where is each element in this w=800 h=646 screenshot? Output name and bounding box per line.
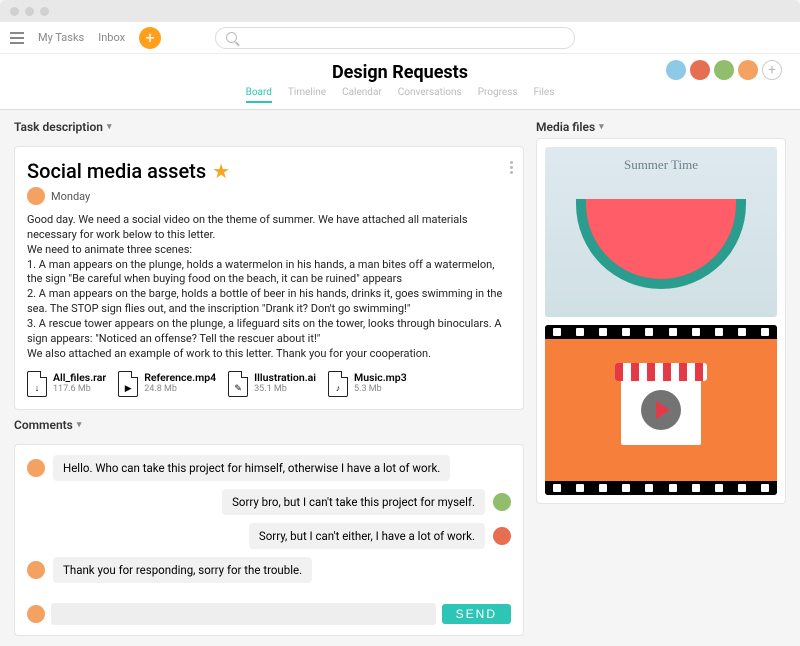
tab-conversations[interactable]: Conversations [398,87,462,103]
attachment[interactable]: ↓ All_files.rar117.6 Mb [27,371,106,397]
attachment-list: ↓ All_files.rar117.6 Mb ▶ Reference.mp424.8… [27,371,511,397]
comment-avatar[interactable] [27,459,45,477]
view-tabs: Board Timeline Calendar Conversations Progre… [0,83,800,110]
media-thumbnail-video[interactable] [545,325,777,495]
avatar[interactable] [666,60,686,80]
topbar: My Tasks Inbox + [0,22,800,54]
menu-icon[interactable] [10,32,24,44]
task-more-icon[interactable] [510,161,513,174]
send-button[interactable]: SEND [442,604,511,624]
search-input[interactable] [215,27,575,49]
file-name: Reference.mp4 [144,371,216,384]
author-avatar[interactable] [27,187,45,205]
task-date: Monday [51,190,90,203]
section-label: Comments [14,418,73,432]
tab-board[interactable]: Board [246,87,272,103]
nav-my-tasks[interactable]: My Tasks [38,31,84,44]
comment-bubble: Hello. Who can take this project for him… [53,455,450,481]
comment-avatar[interactable] [493,493,511,511]
add-button[interactable]: + [139,27,161,49]
tab-progress[interactable]: Progress [478,87,518,103]
attachment[interactable]: ✎ Illustration.ai35.1 Mb [228,371,316,397]
play-icon[interactable] [641,390,681,430]
comment-row: Sorry, but I can't either, I have a lot … [27,523,511,549]
traffic-light-min[interactable] [25,7,34,16]
window-chrome [0,0,800,22]
attachment[interactable]: ▶ Reference.mp424.8 Mb [118,371,216,397]
tab-files[interactable]: Files [534,87,555,103]
attachment[interactable]: ♪ Music.mp35.3 Mb [328,371,407,397]
task-card: Social media assets ★ Monday Good day. W… [14,146,524,410]
comment-avatar[interactable] [27,561,45,579]
task-byline: Monday [27,187,511,205]
media-thumbnail-image[interactable]: Summer Time [545,147,777,317]
file-size: 5.3 Mb [354,384,407,394]
comments-panel: Hello. Who can take this project for him… [14,444,524,636]
avatar[interactable] [714,60,734,80]
comment-composer: SEND [27,603,511,625]
section-comments[interactable]: Comments ▾ [14,418,524,432]
chevron-down-icon: ▾ [107,122,112,132]
media-panel: Summer Time [536,138,786,504]
file-size: 35.1 Mb [254,384,316,394]
star-icon[interactable]: ★ [212,159,230,183]
file-name: All_files.rar [53,371,106,384]
composer-avatar [27,605,45,623]
task-title-text: Social media assets [27,159,206,183]
file-size: 117.6 Mb [53,384,106,394]
file-name: Music.mp3 [354,371,407,384]
illustration-watermelon [576,199,746,289]
file-icon: ♪ [328,371,348,397]
section-task-description[interactable]: Task description ▾ [14,120,524,134]
media-caption: Summer Time [545,157,777,173]
search-icon [226,32,237,43]
file-name: Illustration.ai [254,371,316,384]
file-size: 24.8 Mb [144,384,216,394]
comment-row: Sorry bro, but I can't take this project… [27,489,511,515]
file-icon: ↓ [27,371,47,397]
task-body: Good day. We need a social video on the … [27,213,511,361]
tab-timeline[interactable]: Timeline [288,87,326,103]
film-strip-icon [545,481,777,495]
traffic-light-max[interactable] [40,7,49,16]
task-title: Social media assets ★ [27,159,511,183]
avatar[interactable] [690,60,710,80]
comment-bubble: Thank you for responding, sorry for the … [53,557,312,583]
comment-input[interactable] [51,603,436,625]
comment-row: Hello. Who can take this project for him… [27,455,511,481]
header: Design Requests + [0,54,800,83]
chevron-down-icon: ▾ [77,420,82,430]
comment-row: Thank you for responding, sorry for the … [27,557,511,583]
nav-inbox[interactable]: Inbox [98,31,125,44]
comment-bubble: Sorry, but I can't either, I have a lot … [249,523,485,549]
section-label: Task description [14,120,103,134]
add-member-button[interactable]: + [762,60,782,80]
film-strip-icon [545,325,777,339]
member-avatars: + [666,60,782,80]
file-icon: ✎ [228,371,248,397]
comment-avatar[interactable] [493,527,511,545]
comment-bubble: Sorry bro, but I can't take this project… [222,489,485,515]
section-label: Media files [536,120,595,134]
tab-calendar[interactable]: Calendar [342,87,382,103]
section-media-files[interactable]: Media files ▾ [536,120,786,134]
traffic-light-close[interactable] [10,7,19,16]
file-icon: ▶ [118,371,138,397]
chevron-down-icon: ▾ [599,122,604,132]
avatar[interactable] [738,60,758,80]
